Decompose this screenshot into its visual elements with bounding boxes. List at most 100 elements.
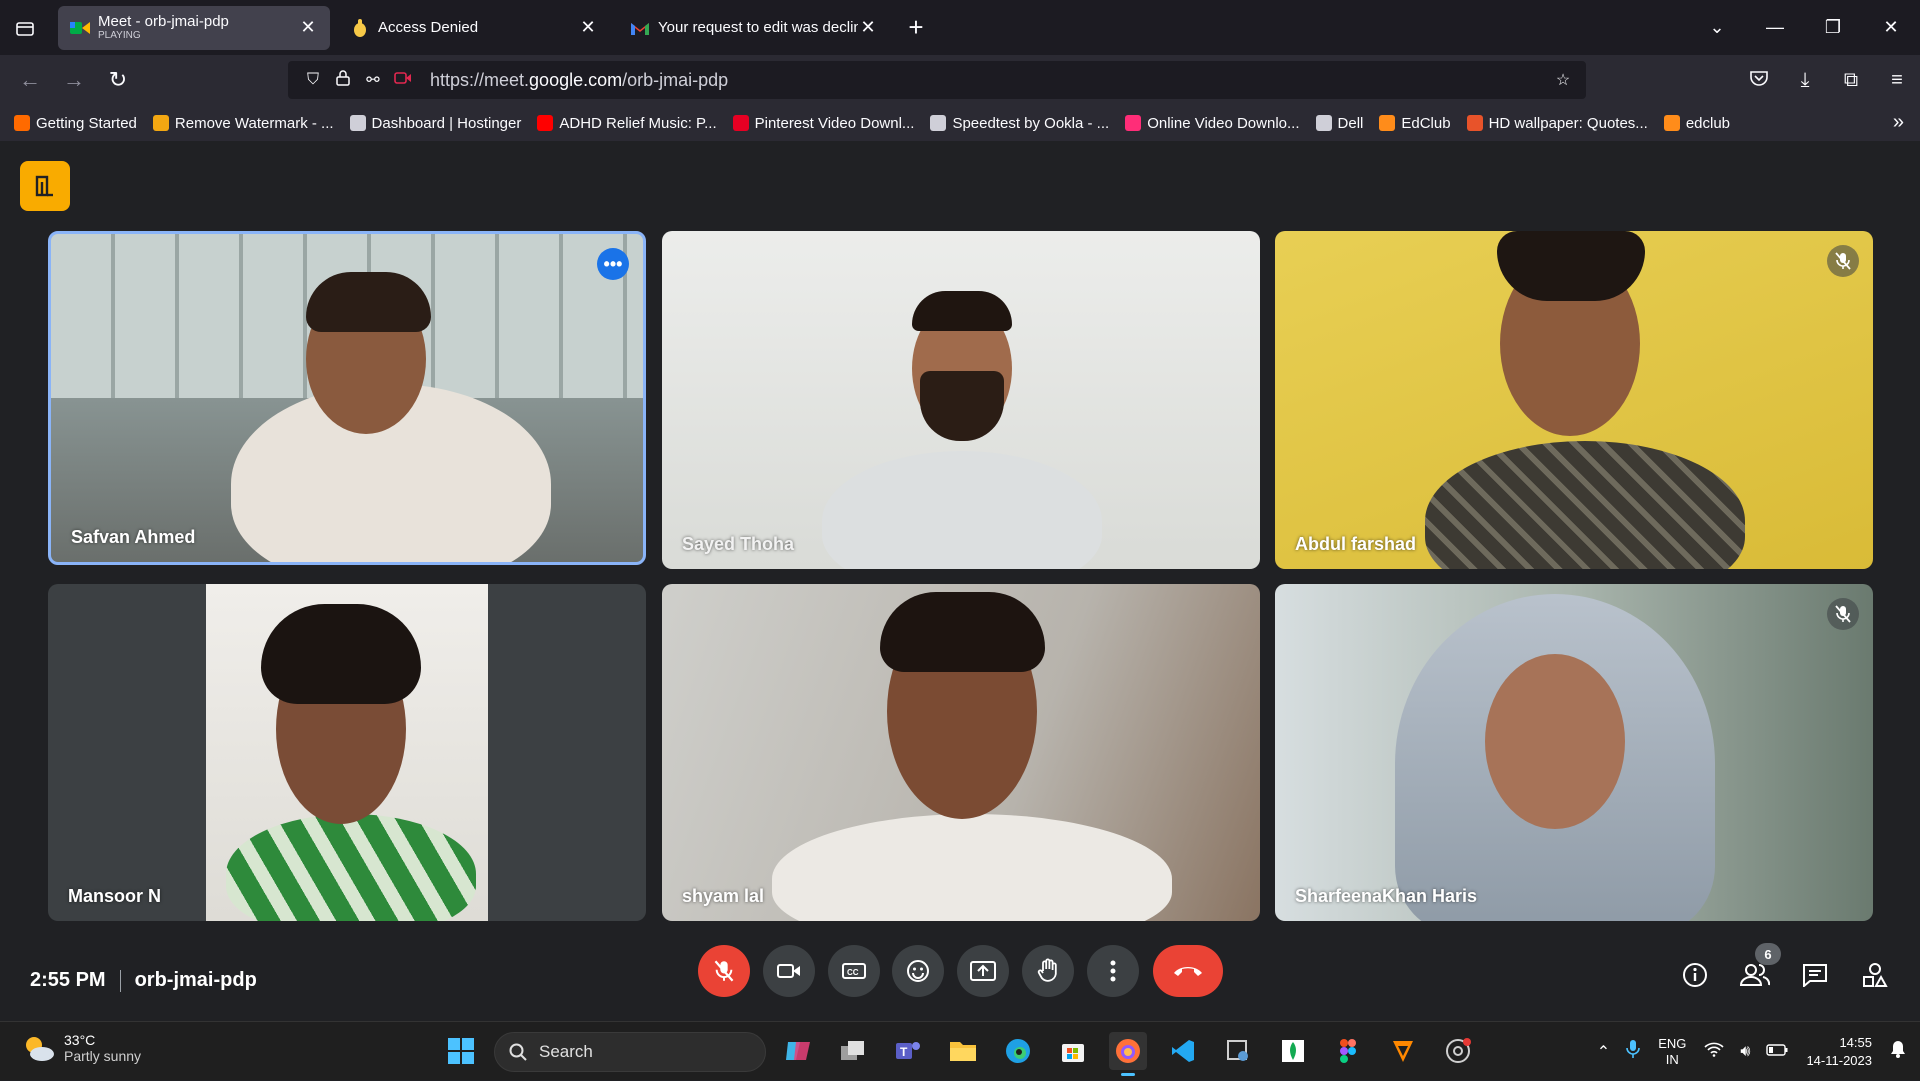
participant-tile[interactable]: shyam lal [662, 584, 1260, 921]
participant-name: Sayed Thoha [682, 534, 795, 554]
captions-button[interactable]: CC [828, 945, 880, 997]
close-window-icon[interactable]: ✕ [1862, 17, 1920, 38]
bookmark-item[interactable]: Pinterest Video Downl... [732, 115, 914, 132]
bookmark-star-icon[interactable]: ☆ [1548, 70, 1578, 90]
edge-icon[interactable] [999, 1032, 1037, 1070]
reload-button[interactable]: ↻ [96, 62, 140, 98]
bookmark-label: ADHD Relief Music: P... [559, 114, 717, 132]
participant-tile[interactable]: SharfeenaKhan Haris [1275, 584, 1873, 921]
present-screen-button[interactable] [957, 945, 1009, 997]
bookmark-item[interactable]: HD wallpaper: Quotes... [1466, 115, 1648, 132]
wifi-icon[interactable] [1704, 1041, 1724, 1062]
microphone-toggle-button[interactable] [698, 945, 750, 997]
bookmark-item[interactable]: ADHD Relief Music: P... [537, 114, 717, 132]
chat-button[interactable] [1795, 955, 1835, 995]
tab-overflow-chevron-icon[interactable]: ⌄ [1688, 17, 1746, 38]
chrome-dev-icon[interactable] [1439, 1032, 1477, 1070]
gmail-favicon-icon [630, 18, 650, 38]
forward-button[interactable]: → [52, 62, 96, 98]
bookmark-favicon-icon [14, 115, 30, 131]
bookmark-item[interactable]: Remove Watermark - ... [152, 114, 334, 132]
bookmark-label: Remove Watermark - ... [174, 114, 334, 132]
battery-icon[interactable] [1766, 1043, 1788, 1061]
participant-hair [880, 592, 1045, 672]
show-hidden-icons-chevron-icon[interactable]: ⌃ [1597, 1042, 1610, 1062]
leave-call-button[interactable] [1153, 945, 1223, 997]
firefox-icon[interactable] [1109, 1032, 1147, 1076]
window-controls: ⌄ — ❐ ✕ [1688, 0, 1920, 55]
participant-tile[interactable]: Mansoor N [48, 584, 646, 921]
temperature: 33°C [64, 1032, 96, 1048]
extensions-icon[interactable]: ⧉ [1828, 69, 1874, 92]
participant-tile[interactable]: Sayed Thoha [662, 231, 1260, 569]
bookmark-item[interactable]: edclub [1663, 115, 1730, 132]
downloads-icon[interactable]: ⤓ [1782, 69, 1828, 92]
start-button[interactable] [442, 1032, 480, 1070]
more-bookmarks-chevron-icon[interactable]: » [1893, 111, 1904, 134]
input-language[interactable]: ENG IN [1658, 1036, 1686, 1068]
volume-icon[interactable]: 🔊︎ [1740, 1043, 1750, 1061]
meeting-time: 2:55 PM [30, 969, 106, 991]
pocket-icon[interactable] [1736, 69, 1782, 92]
figma-icon[interactable] [1329, 1032, 1367, 1070]
close-tab-icon[interactable]: ✕ [858, 17, 878, 38]
list-all-tabs-button[interactable] [0, 0, 50, 55]
bookmark-favicon-icon [349, 115, 366, 131]
url-text[interactable]: https://meet.google.com/orb-jmai-pdp [430, 70, 728, 91]
close-tab-icon[interactable]: ✕ [298, 17, 318, 38]
notifications-bell-icon[interactable] [1890, 1040, 1906, 1063]
file-explorer-icon[interactable] [944, 1032, 982, 1070]
restore-icon[interactable]: ❐ [1804, 17, 1862, 38]
task-view-icon[interactable] [834, 1032, 872, 1070]
tab-list-icon [16, 21, 34, 36]
participant-tile[interactable]: ••• Safvan Ahmed [48, 231, 646, 565]
bookmark-item[interactable]: Dashboard | Hostinger [349, 115, 521, 132]
camera-sharing-icon[interactable] [388, 71, 418, 90]
participant-name: Abdul farshad [1295, 534, 1417, 554]
tab-meet[interactable]: Meet - orb-jmai-pdp PLAYING ✕ [58, 5, 330, 50]
microsoft-store-icon[interactable] [1054, 1032, 1092, 1070]
activities-button[interactable] [1855, 955, 1895, 995]
minimize-icon[interactable]: — [1746, 17, 1804, 38]
participant-name: SharfeenaKhan Haris [1295, 886, 1478, 906]
reactions-button[interactable] [892, 945, 944, 997]
lock-icon[interactable] [328, 69, 358, 91]
taskbar-search[interactable]: Search [494, 1032, 766, 1072]
microphone-in-use-icon[interactable] [1626, 1039, 1640, 1064]
vscode-icon[interactable] [1164, 1032, 1202, 1070]
meet-stage: ••• Safvan Ahmed Sayed Thoha Abdul farsh… [0, 141, 1920, 1021]
bookmark-item[interactable]: Getting Started [14, 115, 137, 132]
people-button[interactable]: 6 [1735, 943, 1781, 995]
participant-tile[interactable]: Abdul farshad [1275, 231, 1873, 569]
meeting-details-button[interactable] [1675, 955, 1715, 995]
bookmark-item[interactable]: EdClub [1379, 115, 1451, 132]
copilot-icon[interactable] [779, 1032, 817, 1070]
permissions-icon[interactable]: ⚯ [358, 70, 388, 90]
tab-access-denied[interactable]: Access Denied ✕ [338, 6, 610, 50]
tab-gmail[interactable]: Your request to edit was decline ✕ [618, 6, 890, 50]
meet-companion-logo-icon[interactable] [20, 161, 70, 211]
teams-icon[interactable]: T [889, 1032, 927, 1070]
raise-hand-button[interactable] [1022, 945, 1074, 997]
shield-icon[interactable]: ⛉ [298, 71, 328, 89]
camera-toggle-button[interactable] [763, 945, 815, 997]
chat-icon [1803, 964, 1827, 987]
menu-icon[interactable]: ≡ [1874, 69, 1920, 92]
more-options-button[interactable]: ••• [597, 248, 629, 280]
close-tab-icon[interactable]: ✕ [578, 17, 598, 38]
snipping-tool-icon[interactable] [1219, 1032, 1257, 1070]
hand-favicon-icon [350, 18, 370, 38]
tab-playing-label: PLAYING [98, 30, 141, 41]
bookmark-item[interactable]: Online Video Downlo... [1125, 115, 1300, 132]
clock[interactable]: 14:55 14-11-2023 [1806, 1034, 1872, 1070]
mongodb-icon[interactable] [1274, 1032, 1312, 1070]
weather-widget[interactable]: 33°C Partly sunny [22, 1032, 141, 1064]
bookmark-item[interactable]: Dell [1315, 115, 1363, 132]
new-tab-button[interactable]: + [898, 10, 934, 46]
url-bar[interactable]: ⛉ ⚯ https://meet.google.com/orb-jmai-pdp… [288, 61, 1586, 99]
bookmark-item[interactable]: Speedtest by Ookla - ... [930, 115, 1109, 132]
camera-icon [777, 964, 800, 978]
more-options-button[interactable] [1087, 945, 1139, 997]
vlc-icon[interactable] [1384, 1032, 1422, 1070]
back-button[interactable]: ← [8, 62, 52, 98]
